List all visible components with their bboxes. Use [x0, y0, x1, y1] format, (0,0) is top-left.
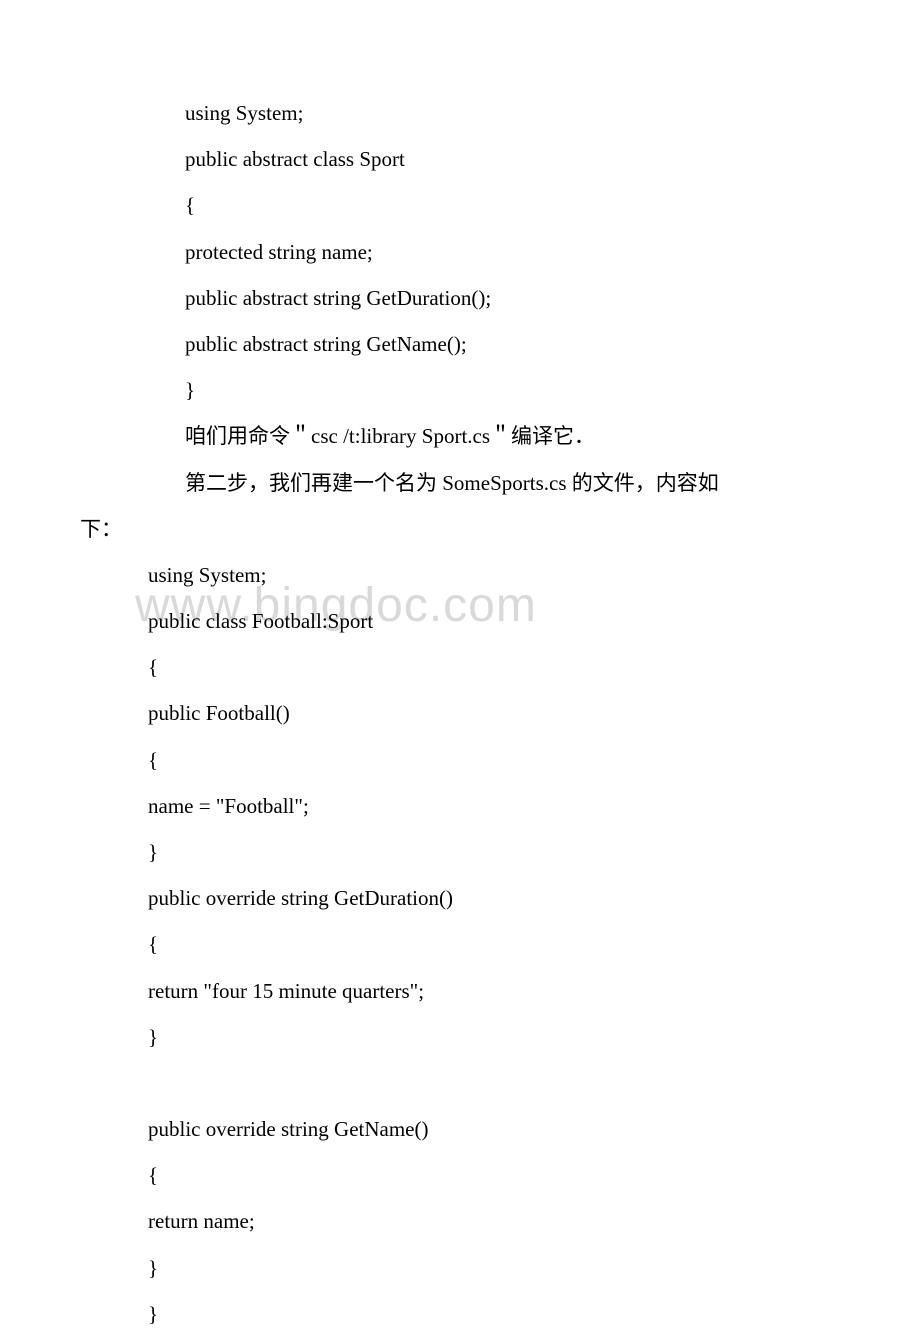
code-line: { — [40, 921, 880, 967]
code-line: name = "Football"; — [40, 783, 880, 829]
code-line: return "four 15 minute quarters"; — [40, 968, 880, 1014]
code-line: } — [40, 1291, 880, 1337]
code-line: using System; — [40, 552, 880, 598]
code-line: } — [40, 1245, 880, 1291]
text-line: 下： — [40, 506, 880, 552]
code-line: } — [40, 367, 880, 413]
code-line: } — [40, 829, 880, 875]
blank-line — [40, 1060, 880, 1106]
code-line: } — [40, 1014, 880, 1060]
text-line: 第二步，我们再建一个名为 SomeSports.cs 的文件，内容如 — [40, 460, 880, 506]
code-line: { — [40, 644, 880, 690]
text-line: 咱们用命令＂csc /t:library Sport.cs＂编译它． — [40, 413, 880, 459]
code-line: public abstract string GetDuration(); — [40, 275, 880, 321]
document-content: using System; public abstract class Spor… — [40, 90, 880, 1337]
code-line: public override string GetDuration() — [40, 875, 880, 921]
code-line: public class Football:Sport — [40, 598, 880, 644]
code-line: public override string GetName() — [40, 1106, 880, 1152]
code-line: public abstract class Sport — [40, 136, 880, 182]
code-line: return name; — [40, 1198, 880, 1244]
code-line: { — [40, 182, 880, 228]
code-line: { — [40, 1152, 880, 1198]
code-line: protected string name; — [40, 229, 880, 275]
code-line: using System; — [40, 90, 880, 136]
code-line: public Football() — [40, 690, 880, 736]
code-line: public abstract string GetName(); — [40, 321, 880, 367]
code-line: { — [40, 737, 880, 783]
